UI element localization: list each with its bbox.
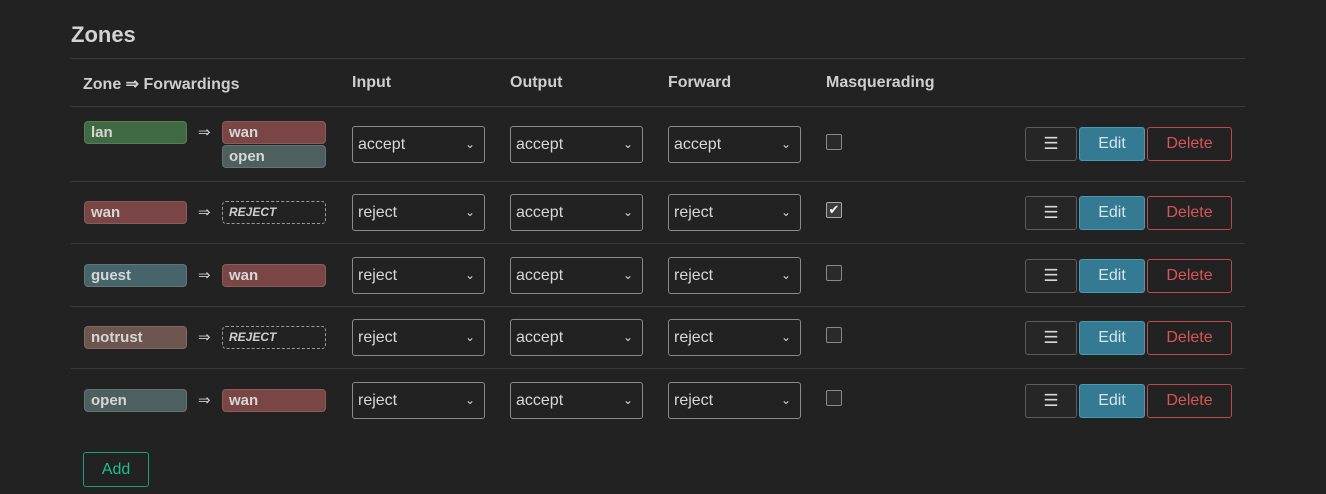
header-output: Output (510, 74, 563, 91)
reorder-button[interactable]: ☰ (1025, 321, 1077, 355)
chevron-down-icon: ⌄ (622, 268, 633, 282)
chevron-down-icon: ⌄ (464, 268, 475, 282)
zone-badge: notrust (84, 326, 187, 349)
masquerading-checkbox[interactable] (826, 265, 842, 281)
reject-badge: REJECT (222, 201, 326, 224)
forward-arrow-icon: ⇒ (198, 124, 211, 141)
input-policy-select[interactable]: reject ⌄ (352, 382, 485, 419)
masquerading-checkbox[interactable] (826, 390, 842, 406)
chevron-down-icon: ⌄ (464, 137, 475, 151)
add-button[interactable]: Add (83, 452, 149, 487)
forward-badge: wan (222, 264, 326, 287)
masquerading-checkbox[interactable] (826, 327, 842, 343)
forward-policy-select[interactable]: accept ⌄ (668, 126, 801, 163)
delete-button[interactable]: Delete (1147, 321, 1232, 355)
table-header: Zone ⇒ Forwardings Input Output Forward … (71, 59, 1245, 107)
chevron-down-icon: ⌄ (464, 393, 475, 407)
chevron-down-icon: ⌄ (780, 205, 791, 219)
chevron-down-icon: ⌄ (780, 137, 791, 151)
delete-button[interactable]: Delete (1147, 384, 1232, 418)
forward-badge: wan (222, 389, 326, 412)
delete-button[interactable]: Delete (1147, 127, 1232, 161)
table-row: guest ⇒ wan reject ⌄ accept ⌄ reject ⌄ ☰ Ed… (71, 244, 1245, 307)
chevron-down-icon: ⌄ (780, 330, 791, 344)
forward-policy-select[interactable]: reject ⌄ (668, 319, 801, 356)
chevron-down-icon: ⌄ (622, 393, 633, 407)
edit-button[interactable]: Edit (1079, 196, 1145, 230)
edit-button[interactable]: Edit (1079, 127, 1145, 161)
chevron-down-icon: ⌄ (780, 268, 791, 282)
forward-arrow-icon: ⇒ (198, 329, 211, 346)
output-policy-select[interactable]: accept ⌄ (510, 257, 643, 294)
edit-button[interactable]: Edit (1079, 259, 1145, 293)
table-row: wan ⇒ REJECT reject ⌄ accept ⌄ reject ⌄ ✔ ☰… (71, 182, 1245, 244)
forward-arrow-icon: ⇒ (198, 392, 211, 409)
reorder-button[interactable]: ☰ (1025, 259, 1077, 293)
forward-badge: wan (222, 121, 326, 144)
reorder-button[interactable]: ☰ (1025, 127, 1077, 161)
table-row: notrust ⇒ REJECT reject ⌄ accept ⌄ reject ⌄… (71, 307, 1245, 369)
masquerading-checkbox[interactable] (826, 134, 842, 150)
page-title: Zones (71, 22, 136, 47)
chevron-down-icon: ⌄ (622, 205, 633, 219)
table-row: open ⇒ wan reject ⌄ accept ⌄ reject ⌄ ☰ Edi… (71, 369, 1245, 432)
reject-badge: REJECT (222, 326, 326, 349)
reorder-button[interactable]: ☰ (1025, 384, 1077, 418)
zone-badge: open (84, 389, 187, 412)
zones-table: Zone ⇒ Forwardings Input Output Forward … (71, 58, 1245, 432)
output-policy-select[interactable]: accept ⌄ (510, 382, 643, 419)
output-policy-select[interactable]: accept ⌄ (510, 319, 643, 356)
input-policy-select[interactable]: accept ⌄ (352, 126, 485, 163)
output-policy-select[interactable]: accept ⌄ (510, 194, 643, 231)
forward-arrow-icon: ⇒ (198, 267, 211, 284)
input-policy-select[interactable]: reject ⌄ (352, 194, 485, 231)
header-zone: Zone ⇒ Forwardings (83, 76, 240, 93)
forward-badge: open (222, 145, 326, 168)
zone-badge: wan (84, 201, 187, 224)
header-input: Input (352, 74, 392, 91)
forward-arrow-icon: ⇒ (198, 204, 211, 221)
zone-badge: lan (84, 121, 187, 144)
zone-badge: guest (84, 264, 187, 287)
delete-button[interactable]: Delete (1147, 259, 1232, 293)
chevron-down-icon: ⌄ (622, 137, 633, 151)
header-forward: Forward (668, 74, 732, 91)
input-policy-select[interactable]: reject ⌄ (352, 319, 485, 356)
reorder-button[interactable]: ☰ (1025, 196, 1077, 230)
forward-policy-select[interactable]: reject ⌄ (668, 257, 801, 294)
edit-button[interactable]: Edit (1079, 384, 1145, 418)
table-row: lan ⇒ wan open accept ⌄ accept ⌄ accept ⌄ ☰… (71, 107, 1245, 182)
output-policy-select[interactable]: accept ⌄ (510, 126, 643, 163)
chevron-down-icon: ⌄ (464, 205, 475, 219)
input-policy-select[interactable]: reject ⌄ (352, 257, 485, 294)
chevron-down-icon: ⌄ (464, 330, 475, 344)
header-masquerading: Masquerading (826, 74, 935, 91)
edit-button[interactable]: Edit (1079, 321, 1145, 355)
masquerading-checkbox[interactable]: ✔ (826, 202, 842, 218)
delete-button[interactable]: Delete (1147, 196, 1232, 230)
chevron-down-icon: ⌄ (622, 330, 633, 344)
chevron-down-icon: ⌄ (780, 393, 791, 407)
forward-policy-select[interactable]: reject ⌄ (668, 194, 801, 231)
forward-policy-select[interactable]: reject ⌄ (668, 382, 801, 419)
